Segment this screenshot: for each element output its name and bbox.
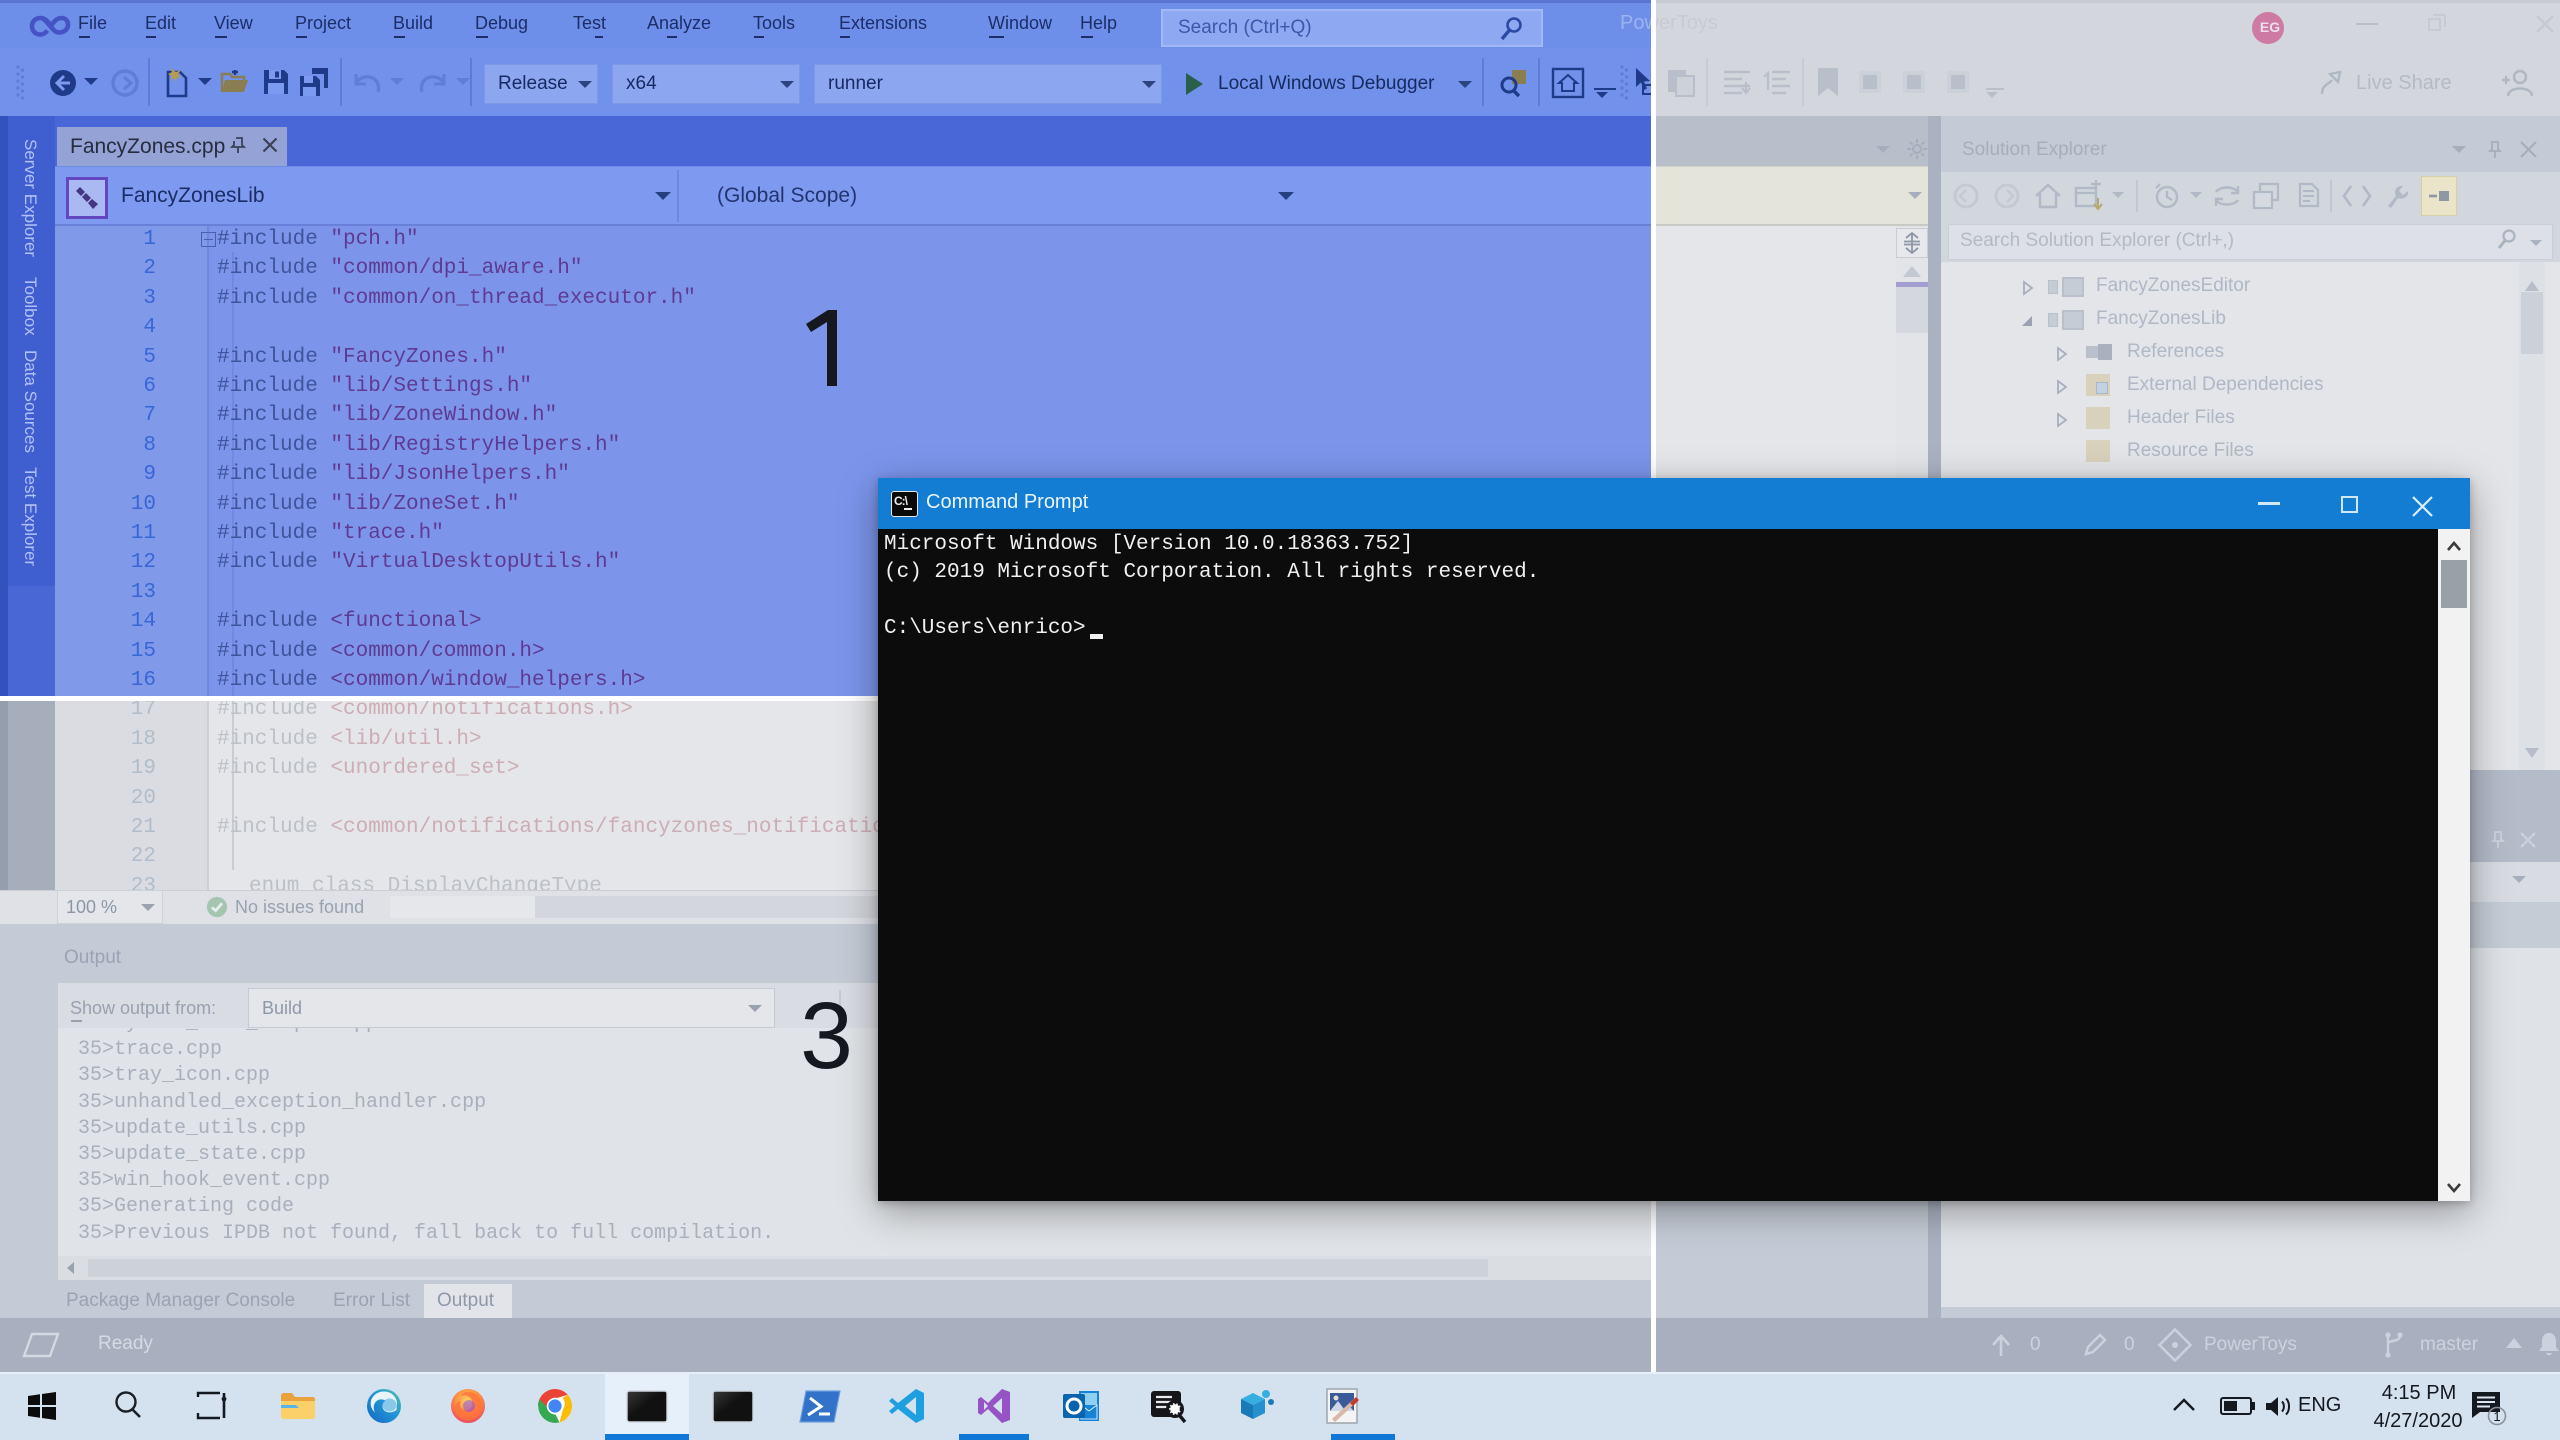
svg-text:1: 1 bbox=[2493, 1409, 2500, 1424]
